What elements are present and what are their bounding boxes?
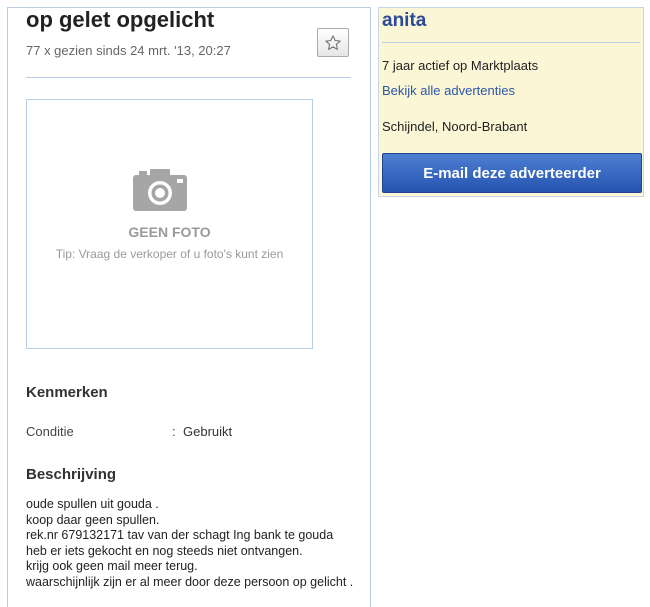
description-line: koop daar geen spullen.	[26, 512, 160, 527]
no-photo-label: GEEN FOTO	[128, 224, 211, 240]
description-line: heb er iets gekocht en nog steeds niet o…	[26, 543, 303, 558]
listing-title: op gelet opgelicht	[26, 7, 215, 32]
photo-tip: Tip: Vraag de verkoper of u foto's kunt …	[55, 247, 284, 261]
title-divider	[26, 77, 351, 78]
description-line: oude spullen uit gouda .	[26, 497, 159, 511]
description-line: krijg ook geen mail meer terug.	[26, 559, 198, 573]
email-advertiser-button[interactable]: E-mail deze adverteerder	[382, 153, 642, 193]
condition-separator: :	[172, 424, 176, 439]
seller-active-since: 7 jaar actief op Marktplaats	[382, 58, 539, 73]
star-outline-icon	[325, 34, 341, 50]
attributes-heading: Kenmerken	[26, 384, 108, 401]
camera-icon	[133, 169, 187, 211]
photo-placeholder: GEEN FOTO Tip: Vraag de verkoper of u fo…	[26, 99, 313, 349]
all-ads-link[interactable]: Bekijk alle advertenties	[382, 83, 515, 98]
seller-location: Schijndel, Noord-Brabant	[382, 119, 528, 134]
description-line: rek.nr 679132171 tav van der schagt Ing …	[26, 528, 334, 542]
condition-label: Conditie	[26, 424, 74, 439]
seller-divider	[382, 42, 640, 43]
description-text: oude spullen uit gouda . koop daar geen …	[26, 497, 371, 590]
description-line: waarschijnlijk zijn er al meer door deze…	[26, 574, 354, 589]
description-heading: Beschrijving	[26, 466, 117, 483]
condition-value: Gebruikt	[183, 424, 233, 439]
view-stats: 77 x gezien sinds 24 mrt. '13, 20:27	[26, 43, 231, 58]
favorite-button[interactable]	[317, 28, 349, 57]
seller-card: anita 7 jaar actief op Marktplaats Bekij…	[378, 7, 644, 197]
seller-name[interactable]: anita	[382, 10, 426, 32]
